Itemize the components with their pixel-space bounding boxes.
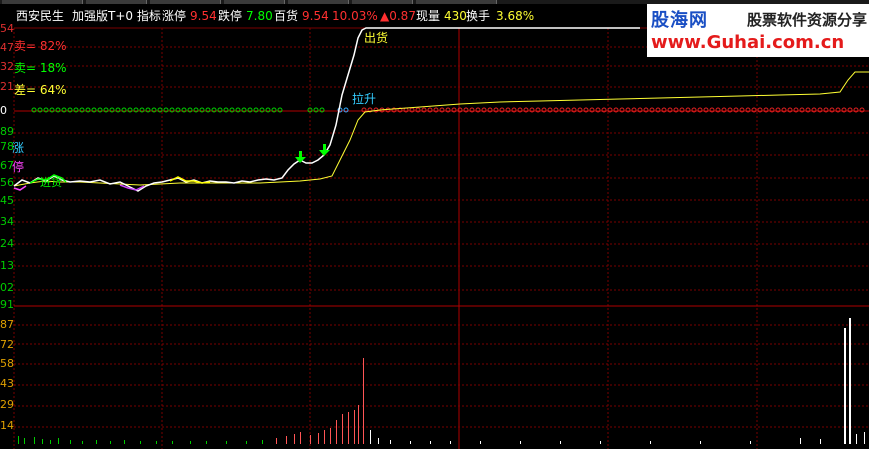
axis-tick: 13 xyxy=(0,259,14,272)
volume-value: 430 xyxy=(444,9,467,23)
axis-tick: 89 xyxy=(0,125,14,138)
sell-out-annotation: 出货 xyxy=(364,31,389,45)
buy-in-annotation: 进货 xyxy=(40,176,62,189)
axis-tick: 14 xyxy=(0,419,14,432)
pull-up-annotation: 拉升 xyxy=(352,92,377,106)
buy-pct-label: 卖= 18% xyxy=(14,61,67,75)
axis-tick: 54 xyxy=(0,22,14,35)
buy-arrow-icon xyxy=(295,151,306,163)
magenta-signal-line xyxy=(13,185,27,191)
axis-tick: 58 xyxy=(0,357,14,370)
volume-label: 现量 xyxy=(416,9,441,23)
change-pct: 10.03% xyxy=(332,9,378,23)
axis-tick: 29 xyxy=(0,398,14,411)
axis-tick: 87 xyxy=(0,318,14,331)
stock-name[interactable]: 西安民生 xyxy=(16,5,64,27)
watermark-slogan: 股票软件资源分享 xyxy=(747,11,868,29)
axis-tick: 91 xyxy=(0,298,14,311)
axis-tick: 24 xyxy=(0,237,14,250)
change-amount: ▲0.87 xyxy=(380,9,416,23)
sell-pct-label: 卖= 82% xyxy=(14,39,67,53)
axis-tick: 72 xyxy=(0,338,14,351)
watermark-url: www.Guhai.com.cn xyxy=(651,32,845,53)
turnover-label: 换手 xyxy=(466,9,491,23)
stop-marker: 停 xyxy=(12,160,25,174)
average-price-line xyxy=(13,71,869,187)
axis-tick: 43 xyxy=(0,377,14,390)
chart-grid xyxy=(13,27,869,449)
axis-tick: 21 xyxy=(0,80,14,93)
axis-tick: 32 xyxy=(0,60,14,73)
rise-marker: 涨 xyxy=(12,141,25,155)
axis-tick: 34 xyxy=(0,215,14,228)
axis-tick: 45 xyxy=(0,194,14,207)
limit-down-value: 7.80 xyxy=(246,9,273,23)
volume-bars xyxy=(18,318,865,444)
price-label: 百货 xyxy=(274,9,299,23)
limit-up-value: 9.54 xyxy=(190,9,217,23)
turnover-value: 3.68% xyxy=(496,9,535,23)
axis-tick: 47 xyxy=(0,41,14,54)
axis-tick: 56 xyxy=(0,176,14,189)
axis-tick: 0 xyxy=(0,104,7,117)
diff-pct-label: 差= 64% xyxy=(14,83,67,97)
limit-up-label: 涨停 xyxy=(162,9,187,23)
watermark-brand: 股海网 xyxy=(651,10,708,31)
limit-down-label: 跌停 xyxy=(218,9,243,23)
axis-tick: 02 xyxy=(0,281,14,294)
buy-arrow-icon xyxy=(319,144,330,156)
price-value: 9.54 xyxy=(302,9,329,23)
indicator-name[interactable]: 加强版T+0 指标 xyxy=(72,5,161,27)
intraday-chart[interactable] xyxy=(0,4,869,449)
guhai-watermark: 股海网 股票软件资源分享 www.Guhai.com.cn xyxy=(647,4,869,57)
